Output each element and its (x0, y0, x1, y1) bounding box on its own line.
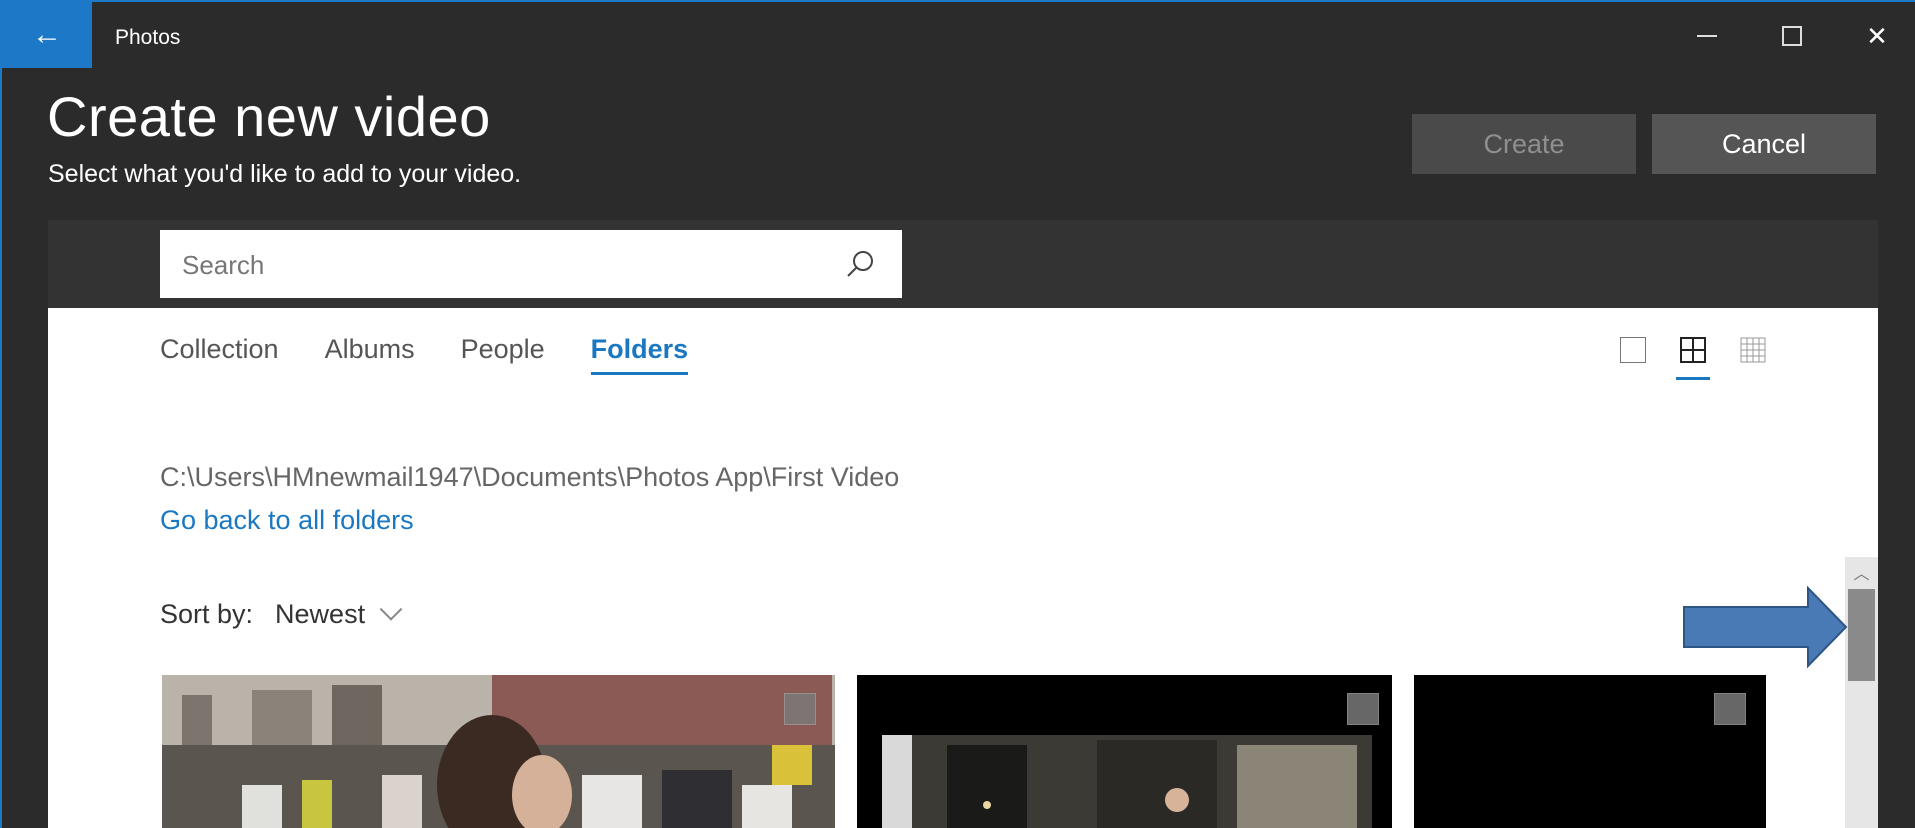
tab-bar: Collection Albums People Folders (160, 334, 734, 375)
wedding-photo-image (162, 675, 835, 828)
search-input[interactable]: Search (160, 230, 902, 298)
app-window: ← Photos ✕ Create new video Select what … (0, 0, 1915, 828)
app-title: Photos (115, 26, 181, 49)
tab-collection[interactable]: Collection (160, 334, 279, 375)
small-grid-icon[interactable] (1740, 337, 1766, 363)
select-checkbox[interactable] (1714, 693, 1746, 725)
page-title: Create new video (47, 85, 491, 148)
minimize-icon (1697, 35, 1717, 37)
close-button[interactable]: ✕ (1842, 14, 1912, 58)
view-size-switcher (1620, 337, 1766, 380)
cancel-button[interactable]: Cancel (1652, 114, 1876, 174)
sort-label: Sort by: (160, 599, 254, 629)
search-placeholder: Search (182, 250, 265, 280)
title-bar: ← Photos ✕ (2, 2, 1915, 70)
scroll-thumb[interactable] (1848, 589, 1875, 681)
sort-value[interactable]: Newest (275, 599, 365, 630)
folder-path: C:\Users\HMnewmail1947\Documents\Photos … (160, 462, 900, 492)
annotation-arrow-icon (1683, 586, 1848, 668)
back-button[interactable]: ← (2, 2, 92, 68)
minimize-button[interactable] (1672, 14, 1742, 58)
search-icon[interactable] (844, 248, 876, 280)
tab-albums[interactable]: Albums (325, 334, 415, 375)
vertical-scrollbar[interactable]: ︿ (1845, 557, 1878, 828)
select-checkbox[interactable] (1347, 693, 1379, 725)
tab-people[interactable]: People (461, 334, 545, 375)
page-subtitle: Select what you'd like to add to your vi… (48, 160, 522, 188)
scroll-up-icon[interactable]: ︿ (1845, 557, 1878, 587)
stage-photo-image (857, 675, 1392, 828)
sort-control[interactable]: Sort by: Newest (160, 597, 403, 630)
chevron-down-icon[interactable] (379, 597, 403, 621)
back-arrow-icon: ← (32, 18, 62, 51)
video-thumbnail[interactable] (1414, 675, 1766, 828)
medium-grid-icon[interactable] (1676, 337, 1710, 380)
tab-folders[interactable]: Folders (590, 334, 688, 375)
maximize-icon (1782, 26, 1802, 46)
close-icon: ✕ (1866, 20, 1888, 51)
select-checkbox[interactable] (784, 693, 816, 725)
photo-thumbnail[interactable] (162, 675, 835, 828)
video-thumbnail[interactable] (857, 675, 1392, 828)
back-to-folders-link[interactable]: Go back to all folders (160, 505, 414, 536)
create-button[interactable]: Create (1412, 114, 1636, 174)
large-view-icon[interactable] (1620, 337, 1646, 363)
maximize-button[interactable] (1757, 14, 1827, 58)
